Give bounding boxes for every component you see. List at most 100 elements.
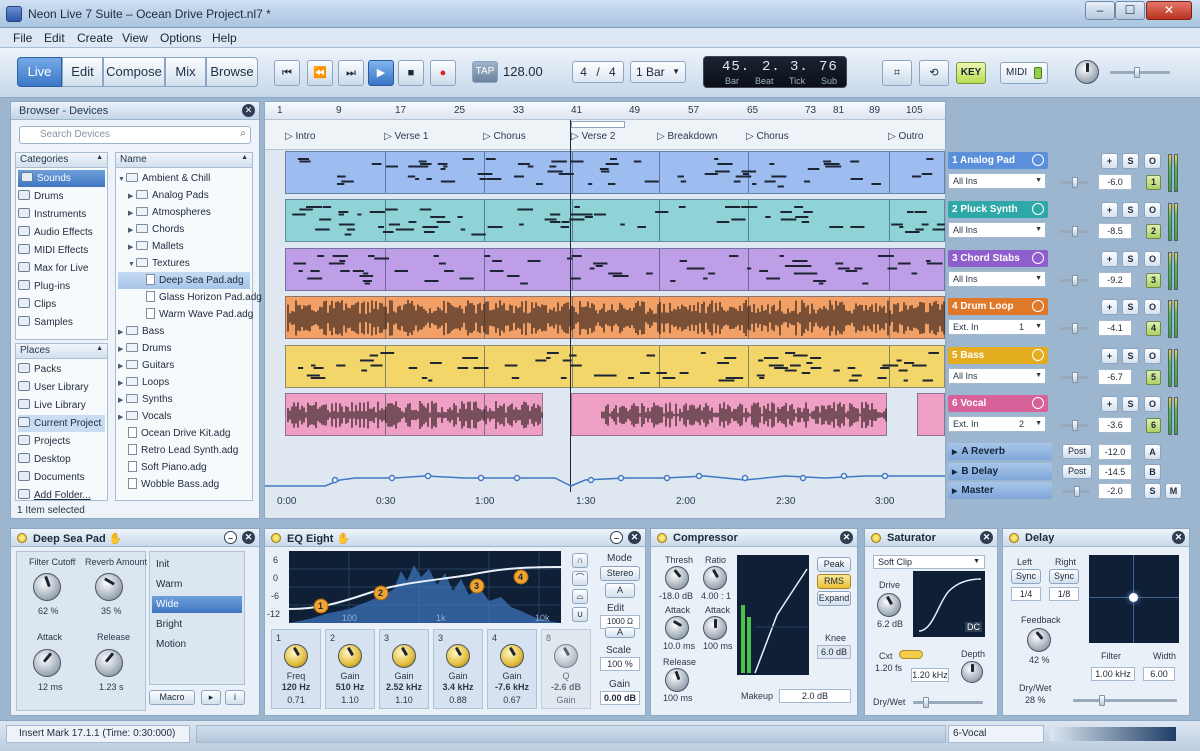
preset-item[interactable]: Warm xyxy=(156,576,182,593)
attack-knob[interactable] xyxy=(665,616,689,640)
tree-folder[interactable]: ▼ Ambient & Chill xyxy=(118,170,210,187)
input-select[interactable]: Ext. In 2 ▼ xyxy=(948,416,1046,432)
category-plug-ins[interactable]: Plug-ins xyxy=(18,278,70,295)
return-track-name[interactable]: ▶ A Reverb xyxy=(948,443,1052,460)
playhead[interactable] xyxy=(570,120,571,492)
solo-button[interactable]: S xyxy=(1122,396,1139,412)
compressor-graph[interactable] xyxy=(737,555,809,675)
track-off-button[interactable]: O xyxy=(1144,348,1161,364)
volume-slider[interactable] xyxy=(1060,275,1088,286)
menu-file[interactable]: File xyxy=(13,31,32,45)
add-button[interactable]: + xyxy=(1101,299,1118,315)
maximize-button[interactable]: ☐ xyxy=(1115,1,1145,20)
band-value[interactable]: -7.6 kHz xyxy=(488,682,536,692)
scale-field[interactable]: 100 % xyxy=(600,657,640,671)
master-m-button[interactable]: M xyxy=(1165,483,1182,499)
category-samples[interactable]: Samples xyxy=(18,314,73,331)
depth-knob[interactable] xyxy=(961,661,983,683)
tree-file[interactable]: Wobble Bass.adg xyxy=(128,476,219,493)
place-user-library[interactable]: User Library xyxy=(18,379,88,396)
locator-chorus[interactable]: ▷ Chorus xyxy=(483,131,526,142)
menu-edit[interactable]: Edit xyxy=(44,31,65,45)
track-number-button[interactable]: 3 xyxy=(1146,273,1161,288)
automation-lane[interactable] xyxy=(265,442,946,492)
expand-button[interactable]: Expand xyxy=(817,591,851,606)
close-icon[interactable]: ✕ xyxy=(242,104,255,117)
tree-folder[interactable]: ▶ Atmospheres xyxy=(128,204,211,221)
locator-verse-2[interactable]: ▷ Verse 2 xyxy=(571,131,615,142)
skip-forward-button[interactable]: ⏭ xyxy=(338,60,364,86)
menu-view[interactable]: View xyxy=(122,31,148,45)
band-knob[interactable] xyxy=(338,644,362,668)
input-select[interactable]: All Ins ▼ xyxy=(948,368,1046,384)
tree-folder[interactable]: ▼ Textures xyxy=(128,255,190,272)
track-number-button[interactable]: 4 xyxy=(1146,321,1161,336)
add-button[interactable]: + xyxy=(1101,396,1118,412)
overview-waveform[interactable] xyxy=(1050,727,1176,741)
saturation-type-select[interactable]: Soft Clip ▼ xyxy=(873,555,985,569)
mode-live-button[interactable]: Live xyxy=(17,57,62,87)
place-desktop[interactable]: Desktop xyxy=(18,451,71,468)
tree-folder[interactable]: ▶ Synths xyxy=(118,391,173,408)
track-name[interactable]: 3 Chord Stabs xyxy=(948,250,1048,267)
close-icon[interactable]: ✕ xyxy=(1172,531,1185,544)
tree-folder[interactable]: ▶ Bass xyxy=(118,323,164,340)
track-off-button[interactable]: O xyxy=(1144,202,1161,218)
thresh-knob[interactable] xyxy=(665,566,689,590)
device-on-icon[interactable] xyxy=(1009,533,1019,543)
menu-options[interactable]: Options xyxy=(160,31,201,45)
band-value[interactable]: 120 Hz xyxy=(272,682,320,692)
bar-ruler[interactable]: 1 9 17 25 33 41 49 57 65 73 81 89 105 xyxy=(265,102,945,120)
return-volume-field[interactable]: -2.0 xyxy=(1098,483,1132,499)
preset-item[interactable]: Init xyxy=(156,556,169,573)
time-signature-field[interactable]: 4 / 4 xyxy=(572,61,624,83)
track-number-button[interactable]: 1 xyxy=(1146,175,1161,190)
add-folder-link[interactable]: Add Folder... xyxy=(18,487,91,504)
track-clip-lane[interactable] xyxy=(285,199,945,242)
locator-breakdown[interactable]: ▷ Breakdown xyxy=(657,131,718,142)
tree-file[interactable]: Warm Wave Pad.adg xyxy=(146,306,253,323)
track-off-button[interactable]: O xyxy=(1144,299,1161,315)
add-button[interactable]: + xyxy=(1101,153,1118,169)
cue-volume-slider[interactable] xyxy=(1110,67,1170,78)
name-header[interactable]: Name ▲ xyxy=(116,153,252,168)
places-header[interactable]: Places ▲ xyxy=(16,344,107,359)
mode-browse-button[interactable]: Browse xyxy=(206,57,258,87)
band-knob[interactable] xyxy=(500,644,524,668)
solo-button[interactable]: S xyxy=(1122,202,1139,218)
locator-verse-1[interactable]: ▷ Verse 1 xyxy=(384,131,428,142)
release-knob[interactable] xyxy=(665,668,689,692)
track-clip-lane[interactable] xyxy=(285,345,945,388)
band-knob[interactable] xyxy=(554,644,578,668)
track-name[interactable]: 1 Analog Pad xyxy=(948,152,1048,169)
dc-badge[interactable]: DC xyxy=(965,622,982,632)
band-shape-icon[interactable]: ⌒ xyxy=(572,571,588,586)
tree-file[interactable]: Soft Piano.adg xyxy=(128,459,207,476)
band-knob[interactable] xyxy=(284,644,308,668)
tree-folder[interactable]: ▶ Analog Pads xyxy=(128,187,209,204)
mode-select[interactable]: Stereo xyxy=(600,566,640,581)
input-select[interactable]: All Ins ▼ xyxy=(948,173,1046,189)
band-value[interactable]: 3.4 kHz xyxy=(434,682,482,692)
track-number-button[interactable]: 6 xyxy=(1146,418,1161,433)
peak-button[interactable]: Peak xyxy=(817,557,851,572)
input-select[interactable]: All Ins ▼ xyxy=(948,222,1046,238)
left-sync-button[interactable]: Sync xyxy=(1011,569,1041,584)
band-value[interactable]: 2.52 kHz xyxy=(380,682,428,692)
volume-slider[interactable] xyxy=(1060,226,1088,237)
menu-help[interactable]: Help xyxy=(212,31,237,45)
band-q[interactable]: Gain xyxy=(542,695,590,705)
quantize-select[interactable]: 1 Bar ▼ xyxy=(630,61,686,83)
track-off-button[interactable]: O xyxy=(1144,251,1161,267)
tree-file[interactable]: Glass Horizon Pad.adg xyxy=(146,289,262,306)
track-off-button[interactable]: O xyxy=(1144,396,1161,412)
track-name[interactable]: 5 Bass xyxy=(948,347,1048,364)
follow-icon[interactable]: ⌗ xyxy=(882,60,912,86)
volume-slider[interactable] xyxy=(1060,323,1088,334)
solo-button[interactable]: S xyxy=(1122,299,1139,315)
band-shape-icon[interactable]: ∪ xyxy=(572,607,588,622)
close-icon[interactable]: ✕ xyxy=(840,531,853,544)
preset-item[interactable]: Bright xyxy=(156,616,182,633)
band-q[interactable]: 0.71 xyxy=(272,695,320,705)
add-button[interactable]: + xyxy=(1101,348,1118,364)
